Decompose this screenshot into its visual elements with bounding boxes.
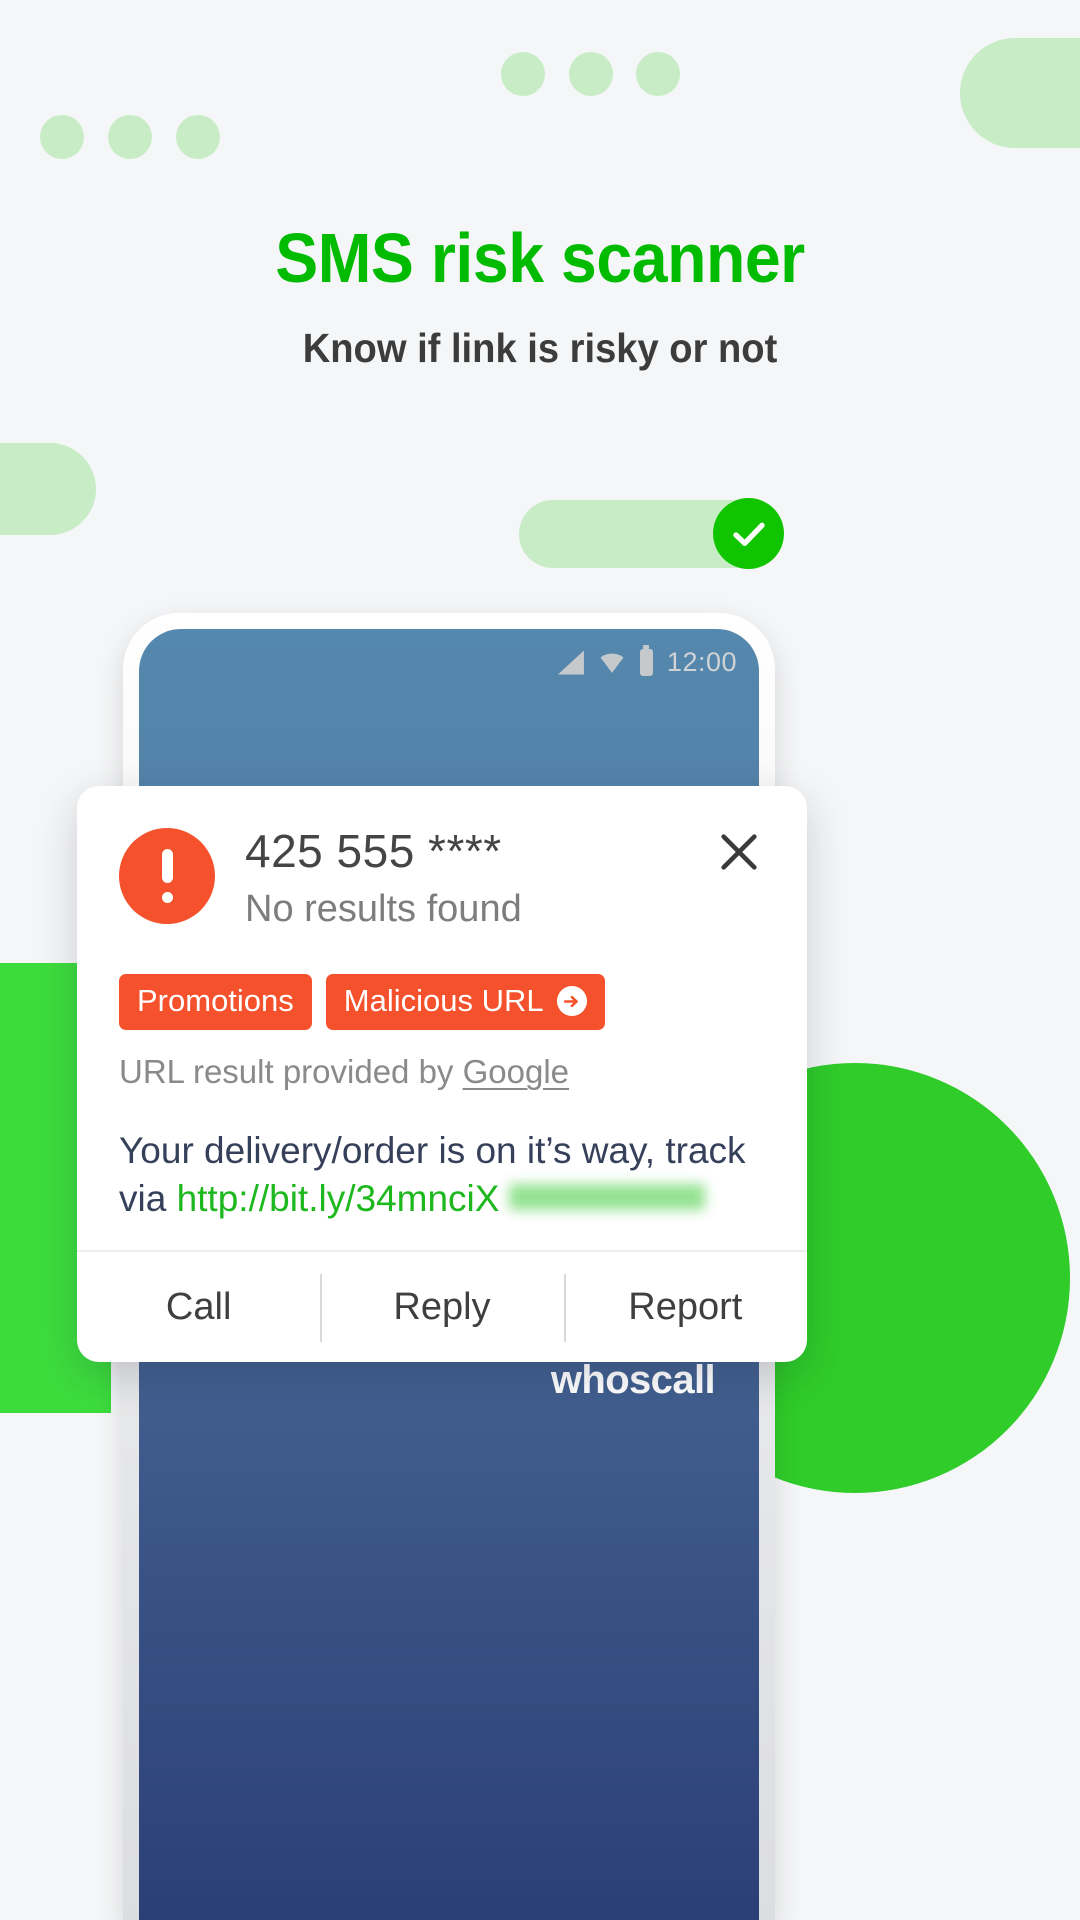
page-subtitle: Know if link is risky or not <box>302 325 778 371</box>
result-status: No results found <box>245 887 522 930</box>
redaction-blur <box>509 1183 706 1210</box>
close-icon[interactable] <box>715 828 763 876</box>
decorative-dot <box>108 115 152 159</box>
card-action-bar: Call Reply Report <box>77 1250 807 1362</box>
tag-malicious-url[interactable]: Malicious URL <box>325 974 605 1031</box>
attribution-source-link[interactable]: Google <box>463 1053 569 1090</box>
signal-icon <box>557 650 584 675</box>
decorative-dot <box>636 52 680 96</box>
tag-label: Promotions <box>137 983 294 1019</box>
status-bar: 12:00 <box>557 645 737 678</box>
card-header-text: 425 555 **** No results found <box>245 824 522 930</box>
arrow-right-circle-icon <box>556 986 587 1017</box>
card-header: 425 555 **** No results found <box>119 824 765 930</box>
decorative-blob-top-right <box>960 38 1080 148</box>
phone-number: 425 555 **** <box>245 825 502 877</box>
decorative-dot <box>40 115 84 159</box>
battery-icon <box>639 645 653 676</box>
caller-id-card: 425 555 **** No results found Promotions… <box>77 786 807 1363</box>
reply-button[interactable]: Reply <box>320 1252 563 1362</box>
card-body: 425 555 **** No results found Promotions… <box>77 786 807 1250</box>
decorative-dot <box>501 52 545 96</box>
check-icon <box>713 498 784 569</box>
sms-link[interactable]: http://bit.ly/34mnciX <box>177 1178 500 1219</box>
sms-message: Your delivery/order is on it’s way, trac… <box>119 1127 765 1222</box>
decorative-blob-left <box>0 443 96 535</box>
status-bar-time: 12:00 <box>666 647 737 677</box>
decorative-dot <box>176 115 220 159</box>
decorative-dot <box>569 52 613 96</box>
promo-screenshot: SMS risk scanner Know if link is risky o… <box>0 0 1080 1920</box>
attribution-prefix: URL result provided by <box>119 1053 463 1091</box>
report-button[interactable]: Report <box>563 1252 807 1362</box>
exclamation-icon <box>119 828 215 924</box>
call-button[interactable]: Call <box>77 1252 320 1362</box>
tag-list: Promotions Malicious URL <box>119 974 765 1031</box>
tag-promotions[interactable]: Promotions <box>119 974 312 1031</box>
page-title: SMS risk scanner <box>275 219 805 297</box>
whoscall-logo: whoscall <box>550 1358 716 1402</box>
wifi-icon <box>600 653 624 673</box>
attribution: URL result provided by Google <box>119 1053 765 1091</box>
tag-label: Malicious URL <box>343 983 544 1019</box>
